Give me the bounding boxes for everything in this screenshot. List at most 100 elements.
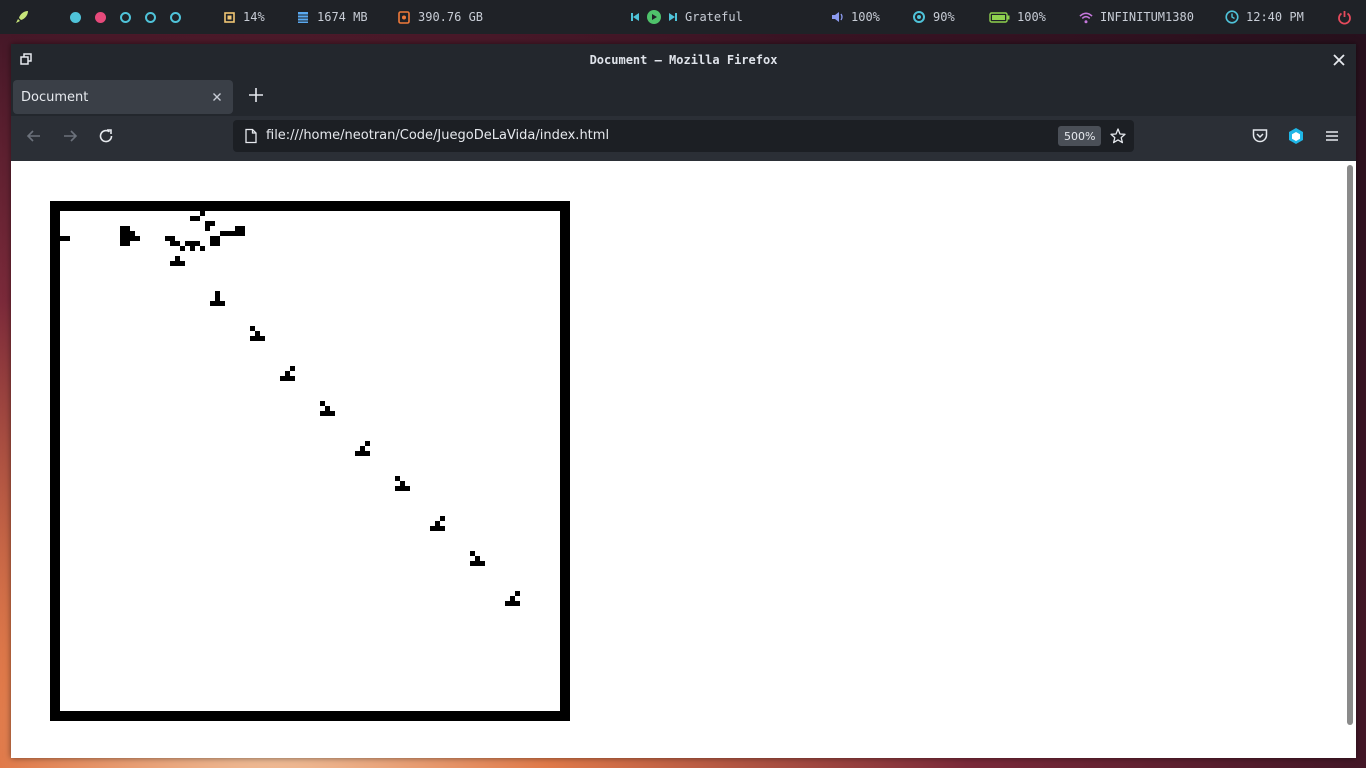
page-icon: [243, 128, 259, 144]
volume-widget[interactable]: 100%: [830, 0, 880, 34]
live-cell: [250, 326, 255, 331]
power-icon[interactable]: [1337, 0, 1352, 34]
live-cell: [210, 241, 215, 246]
live-cell: [130, 231, 135, 236]
launcher-rocket-icon[interactable]: [14, 0, 30, 34]
close-window-icon[interactable]: [1330, 51, 1348, 69]
memory-widget: 1674 MB: [296, 0, 368, 34]
volume-icon: [830, 10, 844, 24]
live-cell: [120, 241, 125, 246]
live-cell: [185, 241, 190, 246]
disk-free: 390.76 GB: [418, 10, 484, 24]
live-cell: [65, 236, 70, 241]
live-cell: [190, 246, 195, 251]
back-button[interactable]: [24, 126, 44, 146]
live-cell: [365, 451, 370, 456]
live-cell: [215, 236, 220, 241]
wifi-icon: [1079, 10, 1093, 24]
workspace-dot-1[interactable]: [70, 11, 81, 23]
menu-hamburger-icon[interactable]: [1322, 126, 1342, 146]
live-cell: [470, 561, 475, 566]
live-cell: [125, 236, 130, 241]
workspace-dot-3[interactable]: [120, 11, 131, 23]
live-cell: [235, 231, 240, 236]
live-cell: [195, 216, 200, 221]
live-cell: [135, 236, 140, 241]
volume-level: 100%: [851, 10, 880, 24]
live-cell: [475, 561, 480, 566]
live-cell: [190, 241, 195, 246]
workspace-dot-2[interactable]: [95, 11, 106, 23]
bookmark-star-icon[interactable]: [1109, 127, 1127, 145]
memory-usage: 1674 MB: [317, 10, 368, 24]
workspace-dot-4[interactable]: [145, 11, 156, 23]
live-cell: [285, 371, 290, 376]
pocket-icon[interactable]: [1250, 126, 1270, 146]
live-cell: [290, 366, 295, 371]
desktop-top-bar: 14% 1674 MB 390.76 GB Grateful 100% 90% …: [0, 0, 1366, 34]
reload-button[interactable]: [96, 126, 116, 146]
live-cell: [470, 551, 475, 556]
new-tab-button[interactable]: [245, 84, 267, 106]
live-cell: [120, 226, 125, 231]
vertical-scrollbar[interactable]: [1347, 165, 1353, 725]
network-widget[interactable]: INFINITUM1380: [1079, 0, 1194, 34]
cpu-widget: 14%: [222, 0, 265, 34]
live-cell: [320, 411, 325, 416]
media-title: Grateful: [685, 10, 743, 24]
live-cell: [290, 376, 295, 381]
tab-document[interactable]: Document: [13, 80, 233, 114]
live-cell: [170, 261, 175, 266]
game-of-life-canvas[interactable]: [50, 201, 570, 721]
live-cell: [255, 331, 260, 336]
brightness-widget[interactable]: 90%: [912, 0, 955, 34]
live-cell: [355, 451, 360, 456]
tab-label: Document: [21, 89, 89, 105]
live-cell: [190, 216, 195, 221]
page-content: [11, 161, 1356, 758]
live-cell: [180, 246, 185, 251]
forward-button[interactable]: [60, 126, 80, 146]
restore-window-icon[interactable]: [20, 53, 34, 67]
live-cell: [435, 521, 440, 526]
battery-icon: [988, 10, 1010, 24]
live-cell: [430, 526, 435, 531]
game-of-life-grid: [60, 211, 520, 606]
url-text[interactable]: file:///home/neotran/Code/JuegoDeLaVida/…: [266, 128, 609, 143]
live-cell: [125, 241, 130, 246]
workspace-dot-5[interactable]: [170, 11, 181, 23]
brightness-icon: [912, 10, 926, 24]
live-cell: [395, 476, 400, 481]
live-cell: [440, 516, 445, 521]
live-cell: [330, 411, 335, 416]
url-bar[interactable]: file:///home/neotran/Code/JuegoDeLaVida/…: [233, 120, 1134, 152]
next-track-icon[interactable]: [666, 10, 680, 24]
live-cell: [210, 236, 215, 241]
live-cell: [215, 241, 220, 246]
live-cell: [170, 241, 175, 246]
clock-widget: 12:40 PM: [1225, 0, 1304, 34]
cpu-icon: [222, 10, 236, 24]
live-cell: [225, 231, 230, 236]
disk-widget: 390.76 GB: [397, 0, 483, 34]
live-cell: [360, 446, 365, 451]
live-cell: [240, 231, 245, 236]
live-cell: [180, 261, 185, 266]
clock-icon: [1225, 10, 1239, 24]
live-cell: [205, 226, 210, 231]
firefox-window: Document — Mozilla Firefox Document file…: [11, 44, 1356, 758]
previous-track-icon[interactable]: [628, 10, 642, 24]
zoom-level-badge[interactable]: 500%: [1058, 126, 1102, 146]
play-icon[interactable]: [647, 10, 661, 24]
live-cell: [170, 236, 175, 241]
live-cell: [280, 376, 285, 381]
extension-icon[interactable]: [1286, 126, 1306, 146]
live-cell: [325, 411, 330, 416]
live-cell: [440, 526, 445, 531]
live-cell: [435, 526, 440, 531]
close-tab-icon[interactable]: [209, 89, 225, 105]
live-cell: [60, 236, 65, 241]
tab-strip: Document: [11, 76, 1356, 116]
live-cell: [210, 221, 215, 226]
live-cell: [320, 401, 325, 406]
